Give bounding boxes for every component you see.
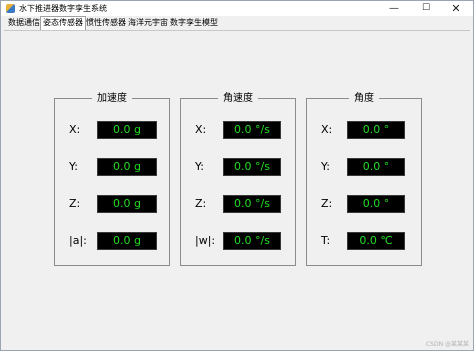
tab-content-panel: 加速度 X: 0.0 g Y: 0.0 g Z: 0.0 g |a|: 0.0 … [4, 30, 470, 348]
gyro-z-display: 0.0 °/s [223, 195, 281, 213]
accel-magnitude-label: |a|: [69, 234, 87, 247]
window-title: 水下推进器数字孪生系统 [19, 4, 107, 13]
accel-x-display: 0.0 g [97, 121, 157, 139]
accel-magnitude-display: 0.0 g [97, 232, 157, 250]
angle-x-display: 0.0 ° [347, 121, 405, 139]
tab-data-communication[interactable]: 数据通信 [6, 17, 42, 29]
app-window: 水下推进器数字孪生系统 — ☐ ✕ 数据通信 姿态传感器 惯性传感器 海洋元宇宙… [0, 0, 474, 351]
angle-group: 角度 X: 0.0 ° Y: 0.0 ° Z: 0.0 ° T: 0.0 ℃ [306, 93, 422, 266]
temperature-display: 0.0 ℃ [347, 232, 405, 250]
gyro-x-display: 0.0 °/s [223, 121, 281, 139]
minimize-button[interactable]: — [379, 1, 409, 16]
app-icon [6, 4, 15, 13]
accel-y-label: Y: [69, 160, 78, 173]
gyro-y-display: 0.0 °/s [223, 158, 281, 176]
angle-y-display: 0.0 ° [347, 158, 405, 176]
group-title: 角速度 [218, 93, 258, 105]
watermark-text: CSDN @某某某 [425, 341, 469, 348]
group-title: 加速度 [92, 93, 132, 105]
gyro-magnitude-display: 0.0 °/s [223, 232, 281, 250]
title-bar[interactable]: 水下推进器数字孪生系统 — ☐ ✕ [1, 1, 473, 16]
accel-z-label: Z: [69, 197, 81, 210]
tab-inertial-sensor[interactable]: 惯性传感器 [84, 17, 128, 29]
accel-z-display: 0.0 g [97, 195, 157, 213]
accel-y-display: 0.0 g [97, 158, 157, 176]
gyro-x-label: X: [195, 123, 207, 136]
tab-ocean-metaverse[interactable]: 海洋元宇宙 [126, 17, 170, 29]
gyro-y-label: Y: [195, 160, 204, 173]
tab-strip: 数据通信 姿态传感器 惯性传感器 海洋元宇宙 数字孪生模型 [1, 16, 473, 30]
acceleration-group: 加速度 X: 0.0 g Y: 0.0 g Z: 0.0 g |a|: 0.0 … [54, 93, 170, 266]
close-button[interactable]: ✕ [441, 1, 471, 16]
angular-velocity-group: 角速度 X: 0.0 °/s Y: 0.0 °/s Z: 0.0 °/s |w|… [180, 93, 296, 266]
gyro-z-label: Z: [195, 197, 207, 210]
tab-digital-twin-model[interactable]: 数字孪生模型 [168, 17, 220, 29]
angle-z-display: 0.0 ° [347, 195, 405, 213]
tab-attitude-sensor[interactable]: 姿态传感器 [40, 16, 86, 30]
group-title: 角度 [349, 93, 379, 105]
accel-x-label: X: [69, 123, 81, 136]
gyro-magnitude-label: |w|: [195, 234, 216, 247]
maximize-button[interactable]: ☐ [411, 1, 441, 16]
